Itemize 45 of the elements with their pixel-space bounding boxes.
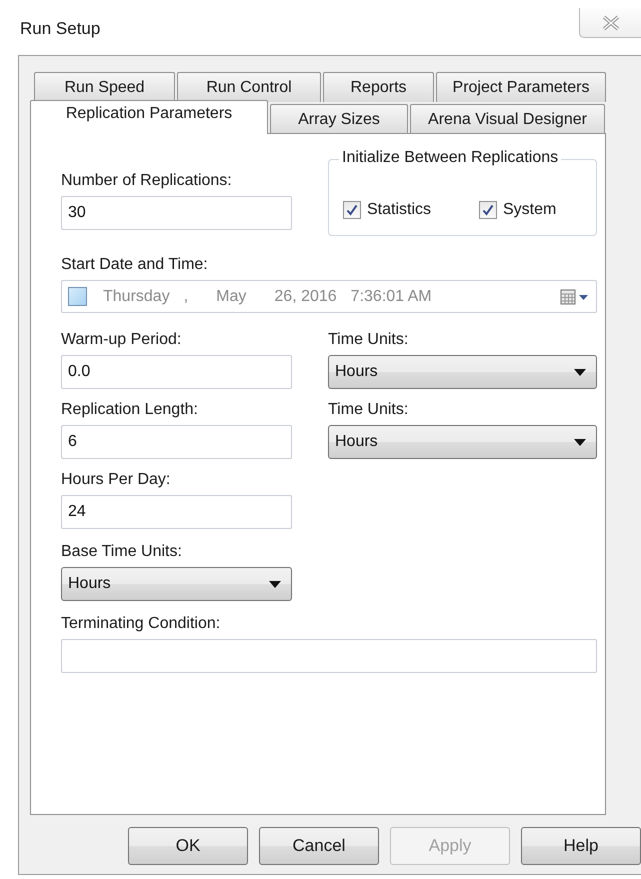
month-text: May (216, 288, 246, 306)
input-field[interactable]: 0.0 (61, 355, 292, 389)
checkbox-label: Statistics (367, 200, 432, 218)
caret-icon (574, 438, 586, 446)
dropdown[interactable]: Hours (61, 567, 292, 601)
tab[interactable]: Reports (323, 72, 434, 102)
tab[interactable]: Array Sizes (270, 104, 408, 134)
dialog-button[interactable]: Cancel (259, 827, 379, 865)
field-label: Time Units: (328, 401, 410, 419)
tab[interactable]: Run Control (177, 72, 321, 102)
input-field[interactable]: 6 (61, 425, 292, 459)
input-field[interactable] (61, 639, 597, 673)
group-title: Initialize Between Replications (339, 149, 562, 167)
checkbox[interactable] (68, 287, 87, 306)
caret-icon (574, 368, 586, 376)
tab[interactable]: Run Speed (34, 72, 175, 102)
checkbox[interactable] (343, 200, 361, 218)
weekday-text: Thursday (103, 288, 170, 306)
checkbox[interactable] (479, 200, 497, 218)
caret-icon (269, 580, 281, 588)
field-label: Time Units: (328, 331, 410, 349)
field-label: Start Date and Time: (61, 256, 209, 274)
field-label: Warm-up Period: (61, 331, 182, 349)
field-label: Replication Length: (61, 401, 199, 419)
date-text: 26, 2016 (274, 288, 337, 306)
tab[interactable]: Replication Parameters (30, 100, 268, 134)
dropdown[interactable]: Hours (328, 425, 597, 459)
separator-text: , (184, 288, 188, 306)
field-label: Hours Per Day: (61, 471, 172, 489)
close-button[interactable] (579, 8, 641, 38)
window-title: Run Setup (20, 19, 100, 39)
tab[interactable]: Arena Visual Designer (410, 104, 605, 134)
dialog-button[interactable]: Help (521, 827, 641, 865)
calendar-icon (560, 288, 590, 304)
field-label: Terminating Condition: (61, 615, 222, 633)
dropdown[interactable]: Hours (328, 355, 597, 389)
close-icon (602, 14, 620, 30)
time-text: 7:36:01 AM (350, 288, 432, 306)
field-label: Number of Replications: (61, 172, 233, 190)
input-field[interactable]: 24 (61, 495, 292, 529)
dialog-button[interactable]: OK (128, 827, 248, 865)
input-field[interactable]: 30 (61, 196, 292, 230)
field-label: Base Time Units: (61, 543, 183, 561)
checkbox-label: System (503, 200, 556, 218)
tab[interactable]: Project Parameters (436, 72, 606, 102)
